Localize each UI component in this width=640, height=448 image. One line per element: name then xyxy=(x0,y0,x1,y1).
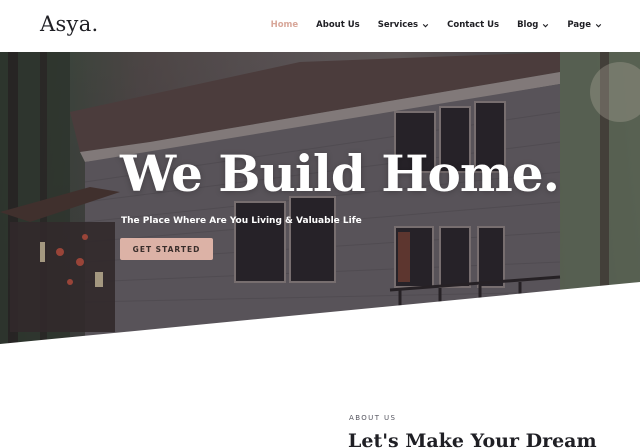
nav-item-label: Services xyxy=(377,20,419,30)
nav-item-services[interactable]: Services xyxy=(378,20,429,30)
hero-banner: We Build Home. The Place Where Are You L… xyxy=(0,52,640,344)
nav-item-label: Contact Us xyxy=(447,20,500,30)
chevron-down-icon xyxy=(542,22,549,29)
nav-item-label: About Us xyxy=(316,20,360,30)
site-header: Asya. Home About Us Services Contact Us … xyxy=(0,0,640,52)
nav-item-blog[interactable]: Blog xyxy=(517,20,549,30)
nav-item-contact-us[interactable]: Contact Us xyxy=(447,20,499,30)
nav-item-label: Page xyxy=(567,20,591,30)
chevron-down-icon xyxy=(595,22,602,29)
chevron-down-icon xyxy=(422,22,429,29)
nav-item-page[interactable]: Page xyxy=(567,20,602,30)
nav-item-home[interactable]: Home xyxy=(271,20,299,30)
nav-item-label: Blog xyxy=(517,20,539,30)
about-heading: Let's Make Your Dream xyxy=(348,430,597,448)
about-eyebrow: ABOUT US xyxy=(349,414,397,422)
get-started-button[interactable]: GET STARTED xyxy=(120,238,213,260)
site-logo[interactable]: Asya. xyxy=(40,12,99,36)
nav-item-label: Home xyxy=(270,20,299,30)
main-nav: Home About Us Services Contact Us Blog P… xyxy=(253,20,602,30)
hero-subtitle: The Place Where Are You Living & Valuabl… xyxy=(121,216,362,226)
nav-item-about-us[interactable]: About Us xyxy=(316,20,360,30)
hero-title: We Build Home. xyxy=(120,144,560,203)
